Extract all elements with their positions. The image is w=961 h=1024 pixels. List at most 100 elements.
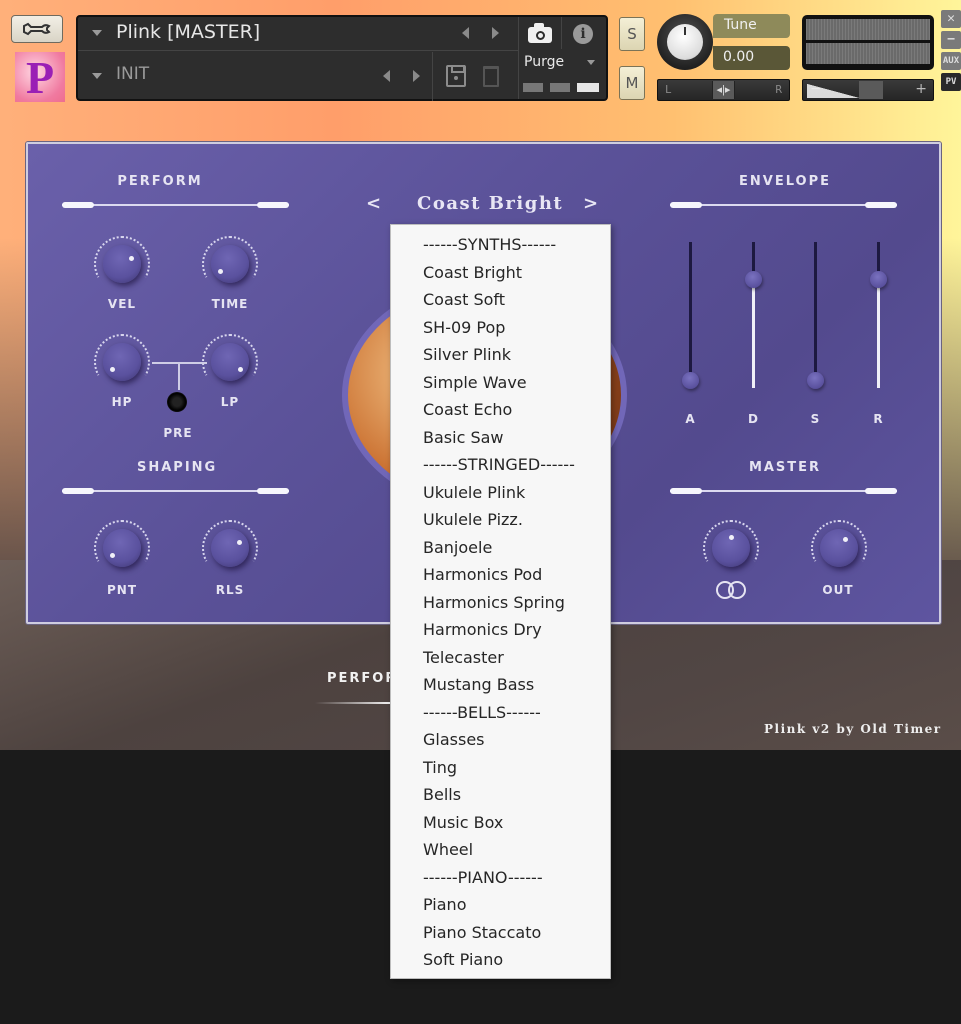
- dropdown-item[interactable]: Telecaster: [391, 644, 610, 672]
- fader-track-a[interactable]: [689, 242, 692, 388]
- fader-handle-s[interactable]: [807, 372, 824, 389]
- edit-instrument-button[interactable]: [11, 15, 63, 43]
- knob-cap: [103, 529, 141, 567]
- next-instrument-icon[interactable]: [492, 27, 499, 39]
- fader-handle-d[interactable]: [745, 270, 762, 288]
- vel-label: VEL: [107, 297, 137, 311]
- dropdown-item[interactable]: Music Box: [391, 809, 610, 837]
- knob-cap: [712, 529, 750, 567]
- dropdown-item[interactable]: Wheel: [391, 836, 610, 864]
- rls-label: RLS: [215, 583, 245, 597]
- volume-slider[interactable]: − +: [802, 79, 934, 101]
- dropdown-item[interactable]: Coast Bright: [391, 259, 610, 287]
- snapshot-menu-caret-icon[interactable]: [92, 73, 102, 79]
- hp-knob[interactable]: [94, 334, 150, 390]
- dropdown-item[interactable]: Ukulele Plink: [391, 479, 610, 507]
- fader-handle-r[interactable]: [870, 270, 887, 288]
- preset-name[interactable]: Coast Bright: [417, 193, 563, 214]
- prev-preset-button[interactable]: <: [366, 193, 383, 214]
- pv-button[interactable]: PV: [941, 73, 961, 91]
- dropdown-category-header: ------STRINGED------: [423, 455, 575, 474]
- fader-handle-a[interactable]: [682, 372, 699, 389]
- pan-slider-handle[interactable]: ◂|▸: [712, 81, 735, 99]
- dropdown-item[interactable]: Coast Soft: [391, 286, 610, 314]
- time-label: TIME: [211, 297, 249, 311]
- hp-label: HP: [111, 395, 133, 409]
- purge-dropdown[interactable]: Purge: [524, 54, 564, 70]
- minimize-button[interactable]: −: [941, 31, 961, 49]
- dropdown-item[interactable]: Soft Piano: [391, 946, 610, 974]
- fader-track-s[interactable]: [814, 242, 817, 388]
- dropdown-item[interactable]: Ukulele Pizz.: [391, 506, 610, 534]
- pre-toggle[interactable]: [167, 392, 187, 412]
- purge-caret-icon[interactable]: [587, 60, 595, 65]
- stereo-width-knob[interactable]: [703, 520, 759, 576]
- camera-icon[interactable]: [528, 23, 552, 43]
- envelope-divider: [670, 202, 897, 208]
- dropdown-item[interactable]: Coast Echo: [391, 396, 610, 424]
- dropdown-item[interactable]: Piano: [391, 891, 610, 919]
- tune-knob-cap: [667, 24, 703, 60]
- fader-label-a: A: [685, 412, 695, 426]
- meter-left-channel: [806, 19, 930, 40]
- knob-indicator: [237, 540, 242, 545]
- solo-button[interactable]: S: [619, 17, 645, 51]
- trash-icon[interactable]: [483, 66, 499, 87]
- info-icon[interactable]: i: [573, 24, 593, 44]
- dropdown-item[interactable]: Harmonics Dry: [391, 616, 610, 644]
- shaping-divider: [62, 488, 289, 494]
- instrument-logo: P: [15, 52, 65, 103]
- perform-tab[interactable]: PERFOR: [327, 671, 397, 686]
- knob-indicator: [110, 553, 115, 558]
- dropdown-item[interactable]: Simple Wave: [391, 369, 610, 397]
- meter-right-channel: [806, 43, 930, 64]
- master-divider: [670, 488, 897, 494]
- volume-plus-label: +: [915, 81, 927, 97]
- master-title: MASTER: [748, 460, 822, 475]
- wrench-icon: [23, 22, 51, 36]
- volume-slider-handle[interactable]: [859, 81, 883, 99]
- dropdown-item[interactable]: Harmonics Spring: [391, 589, 610, 617]
- dropdown-item[interactable]: Glasses: [391, 726, 610, 754]
- instrument-name[interactable]: Plink [MASTER]: [116, 21, 260, 43]
- tune-knob[interactable]: [657, 14, 713, 70]
- divider: [432, 52, 433, 101]
- memory-indicator: [550, 83, 570, 92]
- dropdown-item[interactable]: Banjoele: [391, 534, 610, 562]
- instrument-menu-caret-icon[interactable]: [92, 30, 102, 36]
- knob-cap: [103, 343, 141, 381]
- perform-tab-underline: [315, 702, 395, 704]
- dropdown-item[interactable]: Piano Staccato: [391, 919, 610, 947]
- dropdown-item[interactable]: Mustang Bass: [391, 671, 610, 699]
- prev-instrument-icon[interactable]: [462, 27, 469, 39]
- fader-fill-d: [752, 284, 755, 388]
- time-knob[interactable]: [202, 236, 258, 292]
- knob-indicator: [110, 367, 115, 372]
- vel-knob[interactable]: [94, 236, 150, 292]
- dropdown-item[interactable]: Ting: [391, 754, 610, 782]
- aux-button[interactable]: AUX: [941, 52, 961, 70]
- snapshot-name[interactable]: INIT: [116, 64, 149, 84]
- next-preset-button[interactable]: >: [583, 193, 600, 214]
- close-button[interactable]: ✕: [941, 10, 961, 28]
- knob-cap: [211, 343, 249, 381]
- pnt-knob[interactable]: [94, 520, 150, 576]
- out-label: OUT: [822, 583, 854, 597]
- memory-indicator: [577, 83, 599, 92]
- dropdown-item[interactable]: Harmonics Pod: [391, 561, 610, 589]
- tune-value[interactable]: 0.00: [713, 46, 790, 70]
- preset-dropdown-menu: ------SYNTHS------ Coast Bright Coast Soft…: [390, 224, 611, 979]
- out-knob[interactable]: [811, 520, 867, 576]
- dropdown-category-header: ------SYNTHS------: [423, 235, 557, 254]
- dropdown-item[interactable]: SH-09 Pop: [391, 314, 610, 342]
- dropdown-item[interactable]: Bells: [391, 781, 610, 809]
- pan-slider[interactable]: L ◂|▸ R: [657, 79, 790, 101]
- rls-knob[interactable]: [202, 520, 258, 576]
- prev-snapshot-icon[interactable]: [383, 70, 390, 82]
- lp-knob[interactable]: [202, 334, 258, 390]
- dropdown-item[interactable]: Basic Saw: [391, 424, 610, 452]
- next-snapshot-icon[interactable]: [413, 70, 420, 82]
- save-snapshot-icon[interactable]: [446, 65, 466, 87]
- mute-button[interactable]: M: [619, 66, 645, 100]
- dropdown-item[interactable]: Silver Plink: [391, 341, 610, 369]
